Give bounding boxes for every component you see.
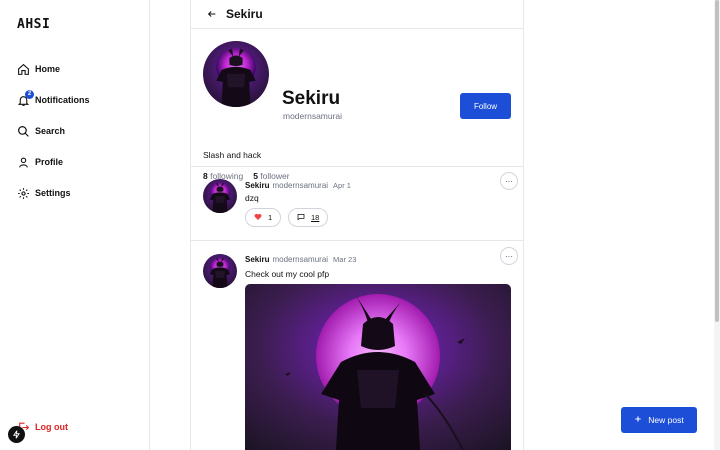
post-image[interactable] xyxy=(245,284,511,450)
post-item[interactable]: Sekiru modernsamurai Mar 23 Check out my… xyxy=(191,241,523,450)
app-logo[interactable]: AHSI xyxy=(17,17,50,32)
profile-handle: modernsamurai xyxy=(283,111,343,121)
profile-bio: Slash and hack xyxy=(203,150,262,160)
sidebar-item-label: Settings xyxy=(35,188,71,198)
sidebar-item-label: Home xyxy=(35,64,61,74)
comment-count: 18 xyxy=(311,213,320,222)
post-meta: Sekiru modernsamurai Mar 23 xyxy=(245,255,356,264)
back-arrow-icon[interactable] xyxy=(207,9,217,19)
like-button[interactable]: 1 xyxy=(245,208,282,227)
profile-name: Sekiru xyxy=(282,88,341,109)
new-post-button[interactable]: New post xyxy=(621,407,697,433)
post-handle: modernsamurai xyxy=(272,181,329,190)
post-author[interactable]: Sekiru xyxy=(245,181,269,190)
sidebar-item-label: Search xyxy=(35,126,66,136)
sidebar-item-notifications[interactable]: 2 Notifications xyxy=(16,90,90,110)
heart-icon xyxy=(254,213,262,223)
gear-icon xyxy=(16,186,30,200)
search-icon xyxy=(16,124,30,138)
bell-icon: 2 xyxy=(16,90,34,107)
post-options-button[interactable]: ··· xyxy=(500,247,518,265)
post-meta: Sekiru modernsamurai Apr 1 xyxy=(245,181,351,190)
post-text: dzq xyxy=(245,193,259,203)
sidebar-item-settings[interactable]: Settings xyxy=(16,183,71,203)
dev-tools-button[interactable] xyxy=(8,426,25,443)
notification-badge: 2 xyxy=(25,90,34,99)
logout-label: Log out xyxy=(35,422,68,432)
home-icon xyxy=(16,62,30,76)
comment-button[interactable]: 18 xyxy=(288,208,329,227)
post-options-button[interactable]: ··· xyxy=(500,172,518,190)
lightning-icon xyxy=(12,426,21,444)
post-handle: modernsamurai xyxy=(272,255,329,264)
more-icon: ··· xyxy=(505,251,513,261)
scrollbar-thumb[interactable] xyxy=(715,0,719,322)
sidebar-item-profile[interactable]: Profile xyxy=(16,152,63,172)
profile-header-bar: Sekiru xyxy=(191,0,523,29)
follow-button[interactable]: Follow xyxy=(460,93,511,119)
post-avatar[interactable] xyxy=(203,179,237,213)
user-icon xyxy=(16,155,30,169)
post-avatar[interactable] xyxy=(203,254,237,288)
new-post-label: New post xyxy=(648,415,684,425)
profile-card: Sekiru modernsamurai Follow Slash and ha… xyxy=(191,29,523,181)
profile-avatar[interactable] xyxy=(203,41,269,107)
plus-icon xyxy=(634,415,642,425)
post-text: Check out my cool pfp xyxy=(245,269,330,279)
sidebar-item-search[interactable]: Search xyxy=(16,121,65,141)
post-date: Mar 23 xyxy=(333,255,357,264)
like-count: 1 xyxy=(268,213,273,222)
profile-column: Sekiru Sekiru modernsamurai Follow Slash… xyxy=(190,0,524,450)
post-author[interactable]: Sekiru xyxy=(245,255,269,264)
more-icon: ··· xyxy=(505,176,513,186)
sidebar-item-label: Profile xyxy=(35,157,64,167)
sidebar-item-label: Notifications xyxy=(35,95,90,105)
sidebar-item-home[interactable]: Home xyxy=(16,59,60,79)
sidebar: AHSI Home 2 Notifications Search Profile… xyxy=(0,0,150,450)
post-item[interactable]: Sekiru modernsamurai Apr 1 dzq ··· 1 18 xyxy=(191,167,523,241)
page-scrollbar[interactable] xyxy=(714,0,720,450)
comment-icon xyxy=(297,213,305,223)
page-title: Sekiru xyxy=(226,7,263,21)
post-date: Apr 1 xyxy=(333,181,351,190)
